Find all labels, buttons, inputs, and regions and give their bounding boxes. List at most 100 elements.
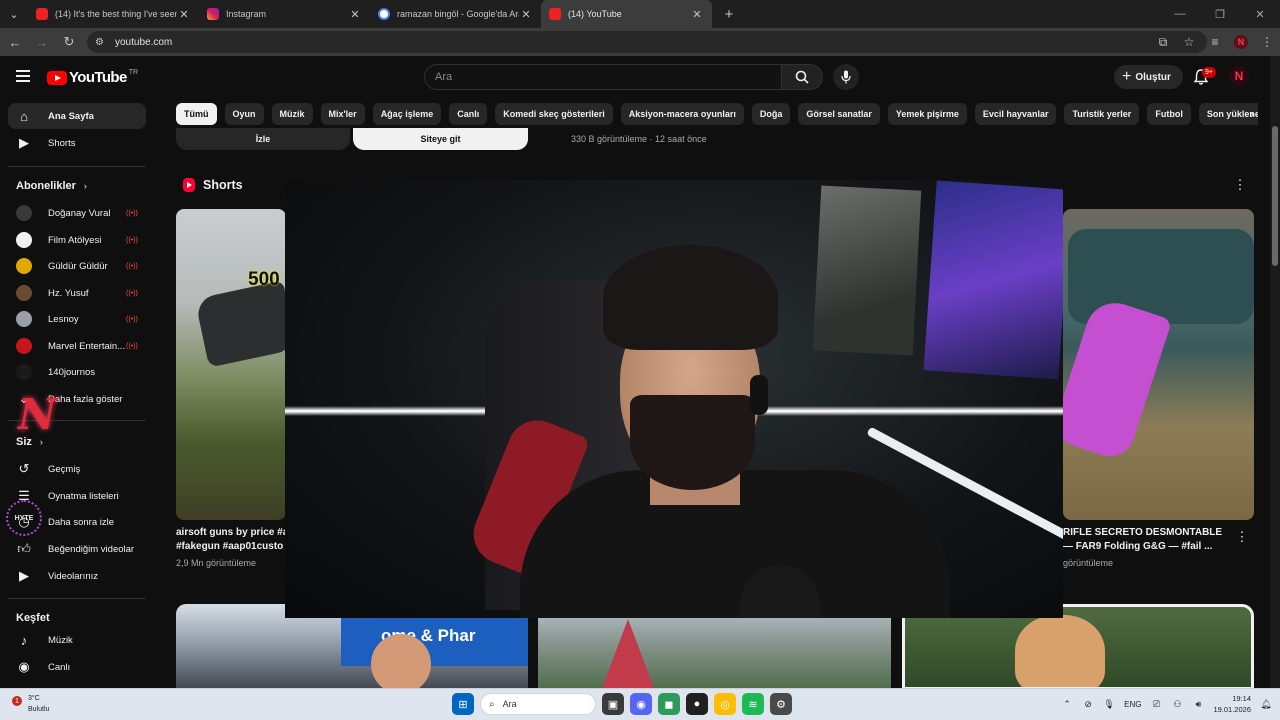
chip[interactable]: Komedi skeç gösterileri xyxy=(495,103,613,125)
sidebar-item-subscription[interactable]: Doğanay Vural ((•)) xyxy=(8,200,146,226)
taskbar-search[interactable]: ⌕ Ara xyxy=(480,693,596,715)
short-thumbnail[interactable]: 500 xyxy=(176,209,286,520)
volume-icon[interactable]: 🔊︎ xyxy=(1192,699,1204,710)
profile-avatar-icon[interactable]: N xyxy=(1234,35,1248,49)
subscriptions-header[interactable]: Abonelikler › xyxy=(16,180,87,192)
ad-visit-site-button[interactable]: Siteye git xyxy=(353,128,528,150)
reload-icon[interactable]: ↻ xyxy=(57,30,81,54)
chip[interactable]: Doğa xyxy=(751,103,791,125)
media-controls-icon[interactable]: ≡ xyxy=(1202,29,1228,55)
divider xyxy=(8,166,146,167)
new-tab-button[interactable]: + xyxy=(716,1,742,27)
back-icon[interactable]: ← xyxy=(3,30,27,54)
browser-tab-1[interactable]: (14) It's the best thing I've seen ✕ xyxy=(28,0,199,28)
app-icon[interactable]: ● xyxy=(686,693,708,715)
sidebar-item-label: 140journos xyxy=(48,366,96,378)
page-scrollbar[interactable] xyxy=(1270,56,1280,688)
weather-widget[interactable]: 1 3°C Bulutlu xyxy=(12,693,49,715)
notifications-icon[interactable]: 🔔︎ xyxy=(1260,699,1272,710)
search-button[interactable] xyxy=(781,64,823,90)
steam-icon[interactable]: ⚙ xyxy=(770,693,792,715)
search-input[interactable]: Ara xyxy=(424,64,782,90)
more-vert-icon[interactable]: ⋮ xyxy=(1236,529,1249,545)
minimize-icon[interactable]: — xyxy=(1160,0,1200,28)
create-button[interactable]: + Oluştur xyxy=(1114,65,1183,89)
short-thumbnail[interactable] xyxy=(1063,209,1254,520)
tab-search-icon[interactable]: ⌄ xyxy=(0,0,28,28)
spotify-icon[interactable]: ≋ xyxy=(742,693,764,715)
scrollbar-thumb[interactable] xyxy=(1272,126,1278,266)
chip[interactable]: Yemek pişirme xyxy=(887,103,967,125)
sidebar-item-subscription[interactable]: Güldür Güldür ((•)) xyxy=(8,253,146,279)
chip[interactable]: Futbol xyxy=(1147,103,1191,125)
network-icon[interactable]: ⚇ xyxy=(1171,699,1183,710)
screen: ⌄ (14) It's the best thing I've seen ✕ I… xyxy=(0,0,1280,720)
sidebar-item-subscription[interactable]: Marvel Entertain... ((•)) xyxy=(8,333,146,359)
chip[interactable]: Görsel sanatlar xyxy=(798,103,880,125)
chevron-up-icon[interactable]: ⌃ xyxy=(1061,699,1073,710)
sidebar-item-subscription[interactable]: 140journos xyxy=(8,359,146,385)
clock[interactable]: 19:14 19.01.2026 xyxy=(1213,693,1251,715)
app-icon[interactable]: ◼ xyxy=(658,693,680,715)
sidebar-item-subscription[interactable]: Lesnoy ((•)) xyxy=(8,306,146,332)
short-title[interactable]: — FAR9 Folding G&G — #fail ... xyxy=(1063,540,1231,554)
date: 19.01.2026 xyxy=(1213,705,1251,714)
sidebar-item-subscription[interactable]: Film Atölyesi ((•)) xyxy=(8,227,146,253)
chrome-icon[interactable]: ◎ xyxy=(714,693,736,715)
section-title: Keşfet xyxy=(16,612,50,624)
close-icon[interactable]: ✕ xyxy=(519,8,533,21)
sidebar-item-liked-videos[interactable]: 👍︎ Beğendiğim videolar xyxy=(8,536,146,562)
chip[interactable]: Aksiyon-macera oyunları xyxy=(620,103,744,125)
site-info-icon[interactable]: ⚙ xyxy=(95,36,107,48)
tray-app-icon[interactable]: ⊘ xyxy=(1082,699,1094,710)
forward-icon[interactable]: → xyxy=(30,30,54,54)
close-window-icon[interactable]: ✕ xyxy=(1240,0,1280,28)
windows-start-icon[interactable]: ⊞ xyxy=(452,693,474,715)
display-icon[interactable]: ⎚ xyxy=(1150,699,1162,710)
shorts-section-header: Shorts xyxy=(183,178,243,192)
more-vert-icon[interactable]: ⋮ xyxy=(1234,177,1247,193)
sidebar-item-live[interactable]: ◉ Canlı xyxy=(8,654,146,680)
chevron-right-icon[interactable]: › xyxy=(1243,104,1261,124)
bookmark-star-icon[interactable]: ☆ xyxy=(1176,29,1202,55)
thumbnail-image xyxy=(194,280,286,368)
chip[interactable]: Canlı xyxy=(449,103,488,125)
person-hair xyxy=(603,245,778,350)
chip[interactable]: Tümü xyxy=(176,103,217,125)
short-title[interactable]: airsoft guns by price #a xyxy=(176,526,286,540)
sidebar-item-subscription[interactable]: Hz. Yusuf ((•)) xyxy=(8,280,146,306)
account-avatar[interactable]: N xyxy=(1229,66,1249,86)
chip[interactable]: Evcil hayvanlar xyxy=(974,103,1057,125)
sidebar-item-music[interactable]: ♪ Müzik xyxy=(8,627,146,653)
hamburger-menu-icon[interactable] xyxy=(16,70,30,82)
chip[interactable]: Turistik yerler xyxy=(1064,103,1140,125)
language-indicator[interactable]: ENG xyxy=(1124,700,1141,709)
close-icon[interactable]: ✕ xyxy=(348,8,362,21)
sidebar-item-shorts[interactable]: ▶ Shorts xyxy=(8,130,146,156)
close-icon[interactable]: ✕ xyxy=(690,8,704,21)
voice-search-button[interactable] xyxy=(833,64,859,90)
restore-icon[interactable]: ❐ xyxy=(1200,0,1240,28)
discord-icon[interactable]: ◉ xyxy=(630,693,652,715)
youtube-logo[interactable]: YouTube TR xyxy=(47,69,138,86)
browser-tab-3[interactable]: ramazan bingöl - Google'da Ara ✕ xyxy=(370,0,541,28)
live-indicator-icon: ((•)) xyxy=(126,315,138,323)
chip[interactable]: Oyun xyxy=(224,103,264,125)
close-icon[interactable]: ✕ xyxy=(177,8,191,21)
browser-menu-icon[interactable]: ⋮ xyxy=(1254,29,1280,55)
sidebar-item-your-videos[interactable]: ▶ Videolarınız xyxy=(8,563,146,589)
task-view-icon[interactable]: ▣ xyxy=(602,693,624,715)
short-title[interactable]: RIFLE SECRETO DESMONTABLE xyxy=(1063,526,1231,540)
sidebar-item-home[interactable]: ⌂ Ana Sayfa xyxy=(8,103,146,129)
address-bar[interactable]: ⚙ youtube.com xyxy=(87,31,1207,53)
browser-tab-4-active[interactable]: (14) YouTube ✕ xyxy=(541,0,712,28)
chip[interactable]: Mix'ler xyxy=(320,103,365,125)
chip[interactable]: Müzik xyxy=(271,103,313,125)
ad-watch-button[interactable]: İzle xyxy=(176,128,350,150)
sidebar-item-history[interactable]: ↺ Geçmiş xyxy=(8,456,146,482)
microphone-icon[interactable]: 🎙︎ xyxy=(1103,699,1115,710)
short-title[interactable]: #fakegun #aap01custo xyxy=(176,540,286,554)
browser-tab-2[interactable]: Instagram ✕ xyxy=(199,0,370,28)
cast-icon[interactable]: ⧉ xyxy=(1150,29,1176,55)
chip[interactable]: Ağaç işleme xyxy=(372,103,442,125)
